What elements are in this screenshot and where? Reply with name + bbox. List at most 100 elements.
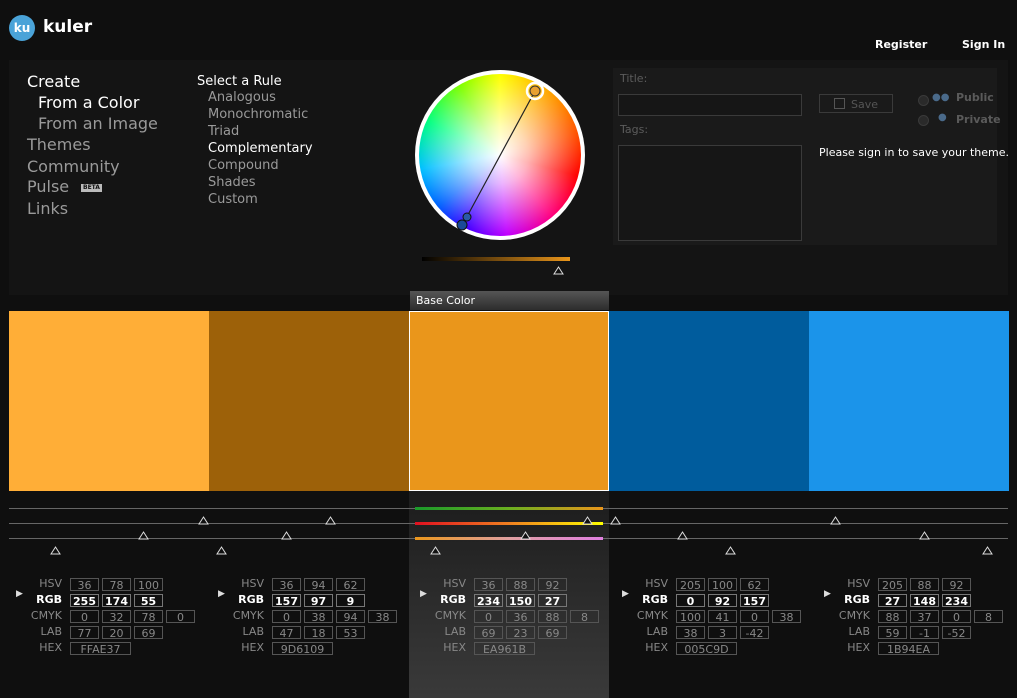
rgb-value-1[interactable]: 234 bbox=[474, 594, 503, 608]
swatch-3[interactable] bbox=[409, 311, 609, 491]
rule-compound[interactable]: Compound bbox=[208, 158, 279, 173]
cmyk-value-4[interactable]: 8 bbox=[570, 610, 599, 624]
title-input[interactable] bbox=[618, 94, 802, 116]
lab-value-2[interactable]: 3 bbox=[708, 626, 737, 640]
hsv-value-3[interactable]: 62 bbox=[740, 578, 769, 592]
cmyk-value-4[interactable]: 38 bbox=[368, 610, 397, 624]
cmyk-value-3[interactable]: 88 bbox=[538, 610, 567, 624]
rgb-value-3[interactable]: 27 bbox=[538, 594, 567, 608]
hsv-value-1[interactable]: 205 bbox=[676, 578, 705, 592]
rgb-value-2[interactable]: 174 bbox=[102, 594, 131, 608]
cmyk-value-4[interactable]: 8 bbox=[974, 610, 1003, 624]
rule-complementary[interactable]: Complementary bbox=[208, 141, 313, 156]
lab-value-3[interactable]: -42 bbox=[740, 626, 769, 640]
play-icon[interactable]: ▶ bbox=[824, 589, 831, 599]
slider-handle[interactable] bbox=[50, 540, 61, 559]
nav-themes[interactable]: Themes bbox=[27, 135, 91, 154]
base-hue-bar[interactable] bbox=[415, 507, 603, 510]
hex-value[interactable]: EA961B bbox=[474, 642, 535, 656]
public-radio[interactable] bbox=[918, 95, 929, 106]
kuler-logo-badge[interactable]: ku bbox=[9, 15, 35, 41]
play-icon[interactable]: ▶ bbox=[622, 589, 629, 599]
rgb-value-2[interactable]: 92 bbox=[708, 594, 737, 608]
slider-handle[interactable] bbox=[725, 540, 736, 559]
lab-value-3[interactable]: 69 bbox=[538, 626, 567, 640]
slider-handle[interactable] bbox=[677, 525, 688, 544]
slider-handle[interactable] bbox=[325, 510, 336, 529]
hsv-value-1[interactable]: 36 bbox=[474, 578, 503, 592]
hsv-value-1[interactable]: 205 bbox=[878, 578, 907, 592]
play-icon[interactable]: ▶ bbox=[420, 589, 427, 599]
lab-value-2[interactable]: 23 bbox=[506, 626, 535, 640]
lab-value-1[interactable]: 47 bbox=[272, 626, 301, 640]
hsv-value-3[interactable]: 100 bbox=[134, 578, 163, 592]
register-link[interactable]: Register bbox=[875, 38, 927, 51]
rgb-value-2[interactable]: 148 bbox=[910, 594, 939, 608]
cmyk-value-3[interactable]: 78 bbox=[134, 610, 163, 624]
slider-handle[interactable] bbox=[610, 510, 621, 529]
hex-value[interactable]: 1B94EA bbox=[878, 642, 939, 656]
rgb-value-3[interactable]: 234 bbox=[942, 594, 971, 608]
color-wheel[interactable] bbox=[415, 70, 585, 240]
rgb-value-2[interactable]: 150 bbox=[506, 594, 535, 608]
cmyk-value-3[interactable]: 94 bbox=[336, 610, 365, 624]
base-saturation-bar[interactable] bbox=[415, 522, 603, 525]
cmyk-value-2[interactable]: 41 bbox=[708, 610, 737, 624]
cmyk-value-1[interactable]: 88 bbox=[878, 610, 907, 624]
nav-from-an-image[interactable]: From an Image bbox=[38, 114, 158, 133]
cmyk-value-3[interactable]: 0 bbox=[942, 610, 971, 624]
hsv-value-3[interactable]: 92 bbox=[538, 578, 567, 592]
rgb-value-1[interactable]: 0 bbox=[676, 594, 705, 608]
hsv-value-2[interactable]: 94 bbox=[304, 578, 333, 592]
lab-value-1[interactable]: 69 bbox=[474, 626, 503, 640]
hex-value[interactable]: 9D6109 bbox=[272, 642, 333, 656]
slider-handle[interactable] bbox=[430, 540, 441, 559]
lab-value-1[interactable]: 59 bbox=[878, 626, 907, 640]
rgb-value-3[interactable]: 9 bbox=[336, 594, 365, 608]
nav-pulse[interactable]: Pulse bbox=[27, 177, 69, 196]
rule-analogous[interactable]: Analogous bbox=[208, 90, 276, 105]
swatch-1[interactable] bbox=[9, 311, 209, 491]
lab-value-3[interactable]: 69 bbox=[134, 626, 163, 640]
rule-custom[interactable]: Custom bbox=[208, 192, 258, 207]
lab-value-2[interactable]: -1 bbox=[910, 626, 939, 640]
cmyk-value-2[interactable]: 32 bbox=[102, 610, 131, 624]
hsv-value-2[interactable]: 100 bbox=[708, 578, 737, 592]
rule-monochromatic[interactable]: Monochromatic bbox=[208, 107, 308, 122]
slider-handle[interactable] bbox=[281, 525, 292, 544]
rgb-value-1[interactable]: 255 bbox=[70, 594, 99, 608]
lab-value-3[interactable]: 53 bbox=[336, 626, 365, 640]
lab-value-1[interactable]: 38 bbox=[676, 626, 705, 640]
rgb-value-3[interactable]: 157 bbox=[740, 594, 769, 608]
private-radio[interactable] bbox=[918, 115, 929, 126]
rule-triad[interactable]: Triad bbox=[208, 124, 239, 139]
save-button[interactable]: Save bbox=[819, 94, 893, 113]
cmyk-value-3[interactable]: 0 bbox=[740, 610, 769, 624]
cmyk-value-2[interactable]: 38 bbox=[304, 610, 333, 624]
swatch-4[interactable] bbox=[609, 311, 809, 491]
play-icon[interactable]: ▶ bbox=[16, 589, 23, 599]
hsv-value-3[interactable]: 62 bbox=[336, 578, 365, 592]
hsv-value-2[interactable]: 88 bbox=[506, 578, 535, 592]
nav-community[interactable]: Community bbox=[27, 157, 120, 176]
hsv-value-3[interactable]: 92 bbox=[942, 578, 971, 592]
brightness-slider[interactable] bbox=[422, 257, 570, 261]
rule-shades[interactable]: Shades bbox=[208, 175, 255, 190]
lab-value-1[interactable]: 77 bbox=[70, 626, 99, 640]
sign-in-link[interactable]: Sign In bbox=[962, 38, 1005, 51]
hsv-value-2[interactable]: 88 bbox=[910, 578, 939, 592]
slider-handle[interactable] bbox=[982, 540, 993, 559]
hsv-value-1[interactable]: 36 bbox=[272, 578, 301, 592]
slider-handle[interactable] bbox=[830, 510, 841, 529]
lab-value-3[interactable]: -52 bbox=[942, 626, 971, 640]
tags-input[interactable] bbox=[618, 145, 802, 241]
nav-create[interactable]: Create bbox=[27, 72, 80, 91]
slider-handle[interactable] bbox=[520, 525, 531, 544]
lab-value-2[interactable]: 20 bbox=[102, 626, 131, 640]
rgb-value-1[interactable]: 157 bbox=[272, 594, 301, 608]
cmyk-value-1[interactable]: 100 bbox=[676, 610, 705, 624]
play-icon[interactable]: ▶ bbox=[218, 589, 225, 599]
rgb-value-1[interactable]: 27 bbox=[878, 594, 907, 608]
slider-handle[interactable] bbox=[138, 525, 149, 544]
swatch-5[interactable] bbox=[809, 311, 1009, 491]
